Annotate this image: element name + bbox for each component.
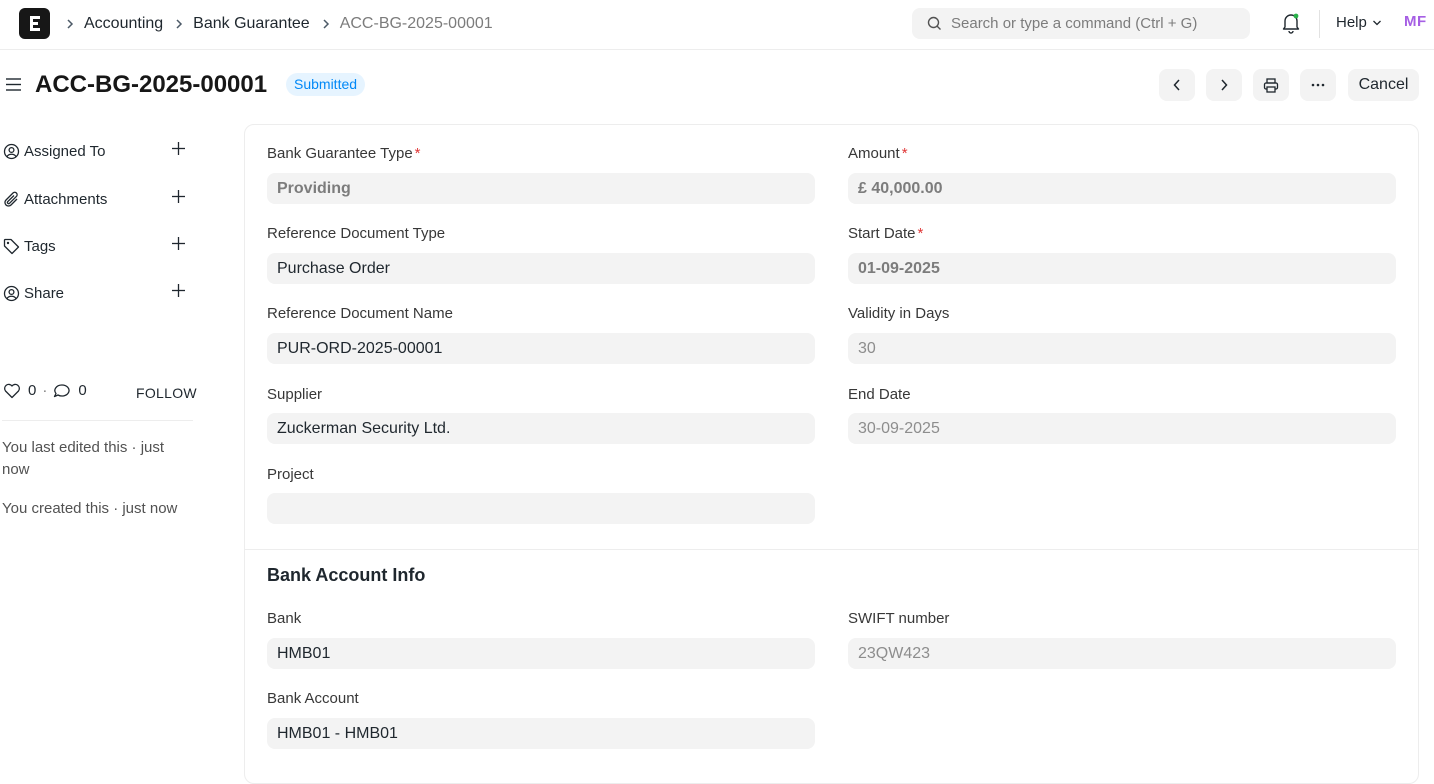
last-edited-text: You last edited this · just now (2, 439, 165, 478)
social-stats: 0 · 0 (3, 382, 87, 399)
notification-bell-icon[interactable] (1281, 12, 1301, 39)
amount-label: Amount * (848, 145, 908, 162)
breadcrumb: Accounting Bank Guarantee ACC-BG-2025-00… (66, 0, 505, 48)
print-button[interactable] (1253, 69, 1289, 101)
help-dropdown[interactable]: Help (1336, 14, 1382, 31)
chevron-right-icon (175, 18, 183, 30)
more-horizontal-icon (1311, 83, 1325, 87)
sidebar-item-label: Assigned To (24, 142, 106, 160)
bank-guarantee-type-label: Bank Guarantee Type * (267, 145, 421, 162)
add-share-plus-icon[interactable] (171, 283, 186, 302)
end-date-label: End Date (848, 386, 911, 403)
user-avatar[interactable]: MF (1404, 13, 1427, 30)
bank-label: Bank (267, 610, 302, 627)
navbar: Accounting Bank Guarantee ACC-BG-2025-00… (0, 0, 1434, 50)
reference-document-type-label: Reference Document Type (267, 225, 446, 242)
chevron-left-icon (1173, 79, 1180, 91)
status-badge: Submitted (286, 73, 366, 96)
validity-in-days-label: Validity in Days (848, 305, 950, 322)
start-date-label: Start Date * (848, 225, 924, 242)
chevron-right-icon (1221, 79, 1228, 91)
comment-icon[interactable] (53, 383, 71, 399)
breadcrumb-accounting[interactable]: Accounting (84, 15, 163, 33)
section-divider (245, 549, 1418, 550)
bank-account-info-heading[interactable]: Bank Account Info (267, 565, 425, 586)
reference-document-type-field[interactable]: Purchase Order (267, 253, 815, 284)
sidebar-item-share: Share (3, 282, 193, 304)
follow-button[interactable]: FOLLOW (136, 385, 197, 401)
project-field[interactable] (267, 493, 815, 524)
sidebar-toggle-menu-icon[interactable] (5, 77, 22, 97)
project-label: Project (267, 466, 314, 483)
bank-guarantee-type-field[interactable]: Providing (267, 173, 815, 204)
bank-account-field[interactable]: HMB01 - HMB01 (267, 718, 815, 749)
search-bar[interactable] (912, 8, 1250, 39)
bank-field[interactable]: HMB01 (267, 638, 815, 669)
share-user-icon (3, 285, 21, 302)
swift-number-label: SWIFT number (848, 610, 950, 627)
amount-field[interactable]: £ 40,000.00 (848, 173, 1396, 204)
navbar-divider (1319, 10, 1320, 38)
end-date-field[interactable]: 30-09-2025 (848, 413, 1396, 444)
paperclip-icon (3, 191, 21, 208)
supplier-label: Supplier (267, 386, 323, 403)
more-actions-button[interactable] (1300, 69, 1336, 101)
next-document-button[interactable] (1206, 69, 1242, 101)
help-label: Help (1336, 14, 1367, 31)
search-input[interactable] (951, 15, 1241, 32)
tag-icon (3, 238, 21, 255)
validity-in-days-field[interactable]: 30 (848, 333, 1396, 364)
breadcrumb-current[interactable]: ACC-BG-2025-00001 (340, 15, 493, 33)
search-icon (927, 16, 941, 30)
page-title: ACC-BG-2025-00001 (35, 71, 268, 98)
chevron-down-icon (1372, 20, 1381, 25)
form-card (244, 124, 1419, 784)
swift-number-field[interactable]: 23QW423 (848, 638, 1396, 669)
printer-icon (1263, 77, 1279, 93)
previous-document-button[interactable] (1159, 69, 1195, 101)
sidebar-item-label: Tags (24, 237, 56, 255)
supplier-field[interactable]: Zuckerman Security Ltd. (267, 413, 815, 444)
chevron-right-icon (322, 18, 330, 30)
reference-document-name-label: Reference Document Name (267, 305, 453, 322)
heart-icon[interactable] (3, 383, 21, 399)
erpnext-logo-icon (30, 16, 40, 31)
breadcrumb-bank-guarantee[interactable]: Bank Guarantee (193, 15, 310, 33)
sidebar-divider (2, 420, 193, 421)
start-date-field[interactable]: 01-09-2025 (848, 253, 1396, 284)
sidebar-item-tags: Tags (3, 235, 193, 257)
cancel-button[interactable]: Cancel (1348, 69, 1419, 101)
add-attachment-plus-icon[interactable] (171, 189, 186, 208)
chevron-right-icon (66, 18, 74, 30)
reference-document-name-field[interactable]: PUR-ORD-2025-00001 (267, 333, 815, 364)
sidebar-item-assigned-to: Assigned To (3, 140, 193, 162)
add-assignee-plus-icon[interactable] (171, 141, 186, 160)
sidebar-item-label: Attachments (24, 190, 108, 208)
sidebar-item-attachments: Attachments (3, 188, 193, 210)
created-text: You created this · just now (2, 500, 178, 517)
like-count: 0 (28, 382, 37, 399)
bank-account-label: Bank Account (267, 690, 359, 707)
sidebar-item-label: Share (24, 284, 65, 302)
comment-count: 0 (78, 382, 87, 399)
user-assign-icon (3, 143, 21, 160)
add-tag-plus-icon[interactable] (171, 236, 186, 255)
app-logo[interactable] (19, 8, 50, 39)
